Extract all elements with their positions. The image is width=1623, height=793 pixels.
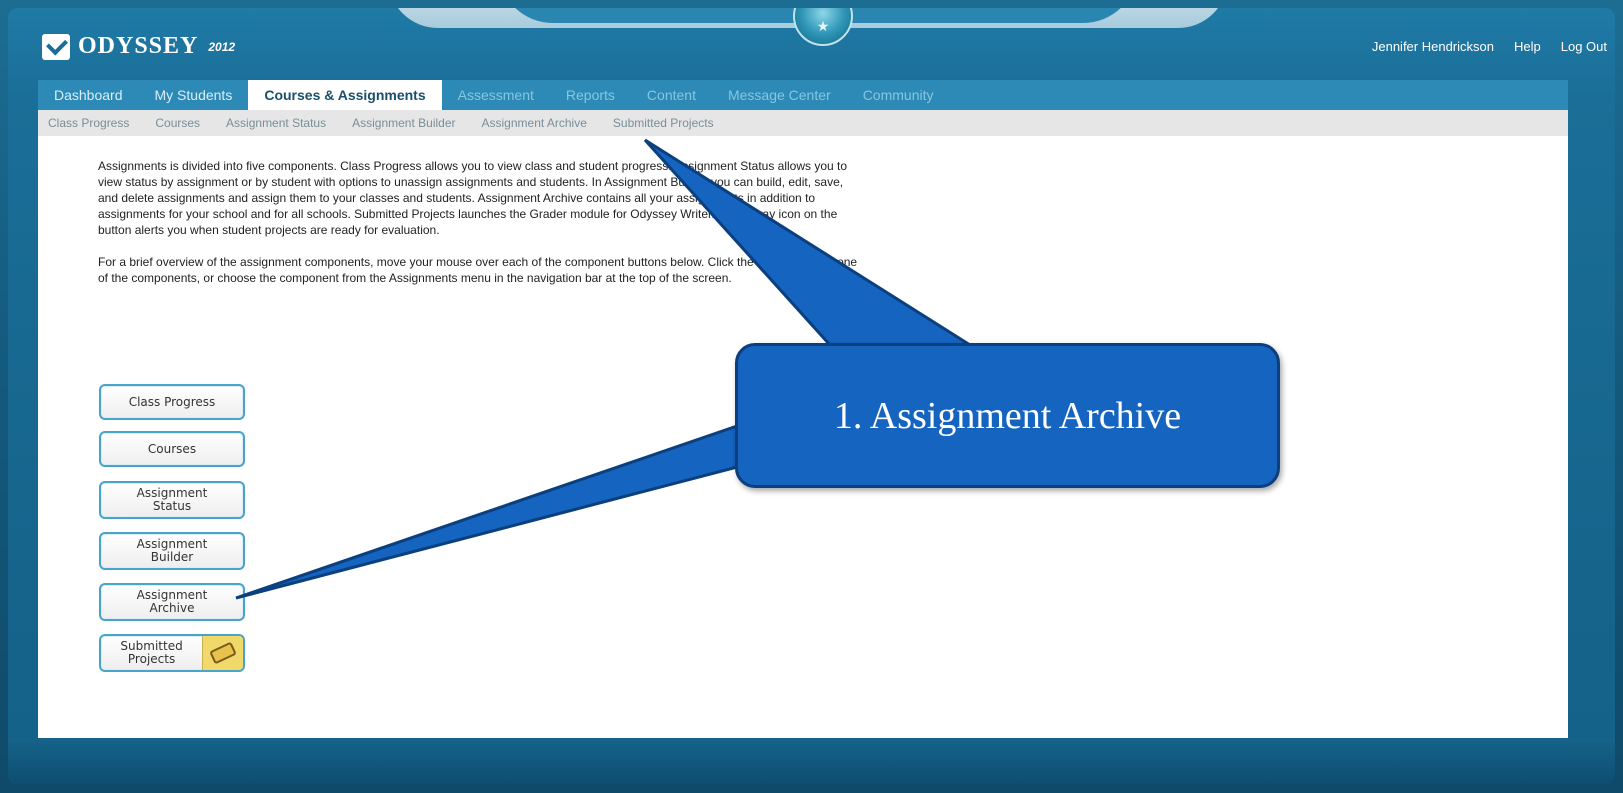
submitted-projects-button[interactable]: Submitted Projects [99,634,245,672]
subnav-assignment-status[interactable]: Assignment Status [226,116,326,130]
user-name-link[interactable]: Jennifer Hendrickson [1372,39,1494,54]
tab-my-students[interactable]: My Students [139,80,249,110]
globe-icon: ★ [793,8,853,46]
user-links: Jennifer Hendrickson Help Log Out [1372,39,1607,54]
in-tray-icon [202,636,243,670]
assignment-builder-button[interactable]: Assignment Builder [99,532,245,570]
main-nav: Dashboard My Students Courses & Assignme… [38,80,1568,110]
help-link[interactable]: Help [1514,39,1541,54]
assignment-archive-label-2: Archive [149,601,195,615]
logout-link[interactable]: Log Out [1561,39,1607,54]
tab-courses-assignments[interactable]: Courses & Assignments [248,80,442,110]
logo-year: 2012 [208,39,236,54]
bottom-bar [8,738,1615,784]
assignment-builder-label-2: Builder [150,550,194,564]
tab-assessment[interactable]: Assessment [442,80,550,110]
subnav-class-progress[interactable]: Class Progress [48,116,129,130]
submitted-projects-label: Submitted Projects [101,640,202,666]
tab-message-center[interactable]: Message Center [712,80,847,110]
app-logo[interactable]: ODYSSEY 2012 [42,33,235,60]
subnav-submitted-projects[interactable]: Submitted Projects [613,116,714,130]
assignment-status-label-2: Status [152,499,192,513]
tab-community[interactable]: Community [847,80,950,110]
callout-text: 1. Assignment Archive [833,394,1182,437]
submitted-projects-label-2: Projects [127,652,176,666]
courses-button[interactable]: Courses [99,431,245,467]
intro-text: Assignments is divided into five compone… [98,158,858,302]
subnav-assignment-builder[interactable]: Assignment Builder [352,116,455,130]
intro-paragraph: Assignments is divided into five compone… [98,159,848,237]
assignment-archive-button[interactable]: Assignment Archive [99,583,245,621]
courses-label: Courses [147,441,197,456]
checkmark-logo-icon [42,33,70,60]
in-tray-shape [209,641,237,665]
class-progress-label: Class Progress [128,394,216,409]
subnav-courses[interactable]: Courses [155,116,200,130]
subnav-assignment-archive[interactable]: Assignment Archive [482,116,587,130]
tab-dashboard[interactable]: Dashboard [38,80,139,110]
tab-reports[interactable]: Reports [550,80,631,110]
class-progress-button[interactable]: Class Progress [99,384,245,420]
logo-text: ODYSSEY [78,33,199,59]
callout-box: 1. Assignment Archive [735,343,1280,488]
assignment-status-button[interactable]: Assignment Status [99,481,245,519]
sub-nav: Class Progress Courses Assignment Status… [38,110,1568,136]
instructions-paragraph: For a brief overview of the assignment c… [98,255,858,285]
tab-content[interactable]: Content [631,80,712,110]
